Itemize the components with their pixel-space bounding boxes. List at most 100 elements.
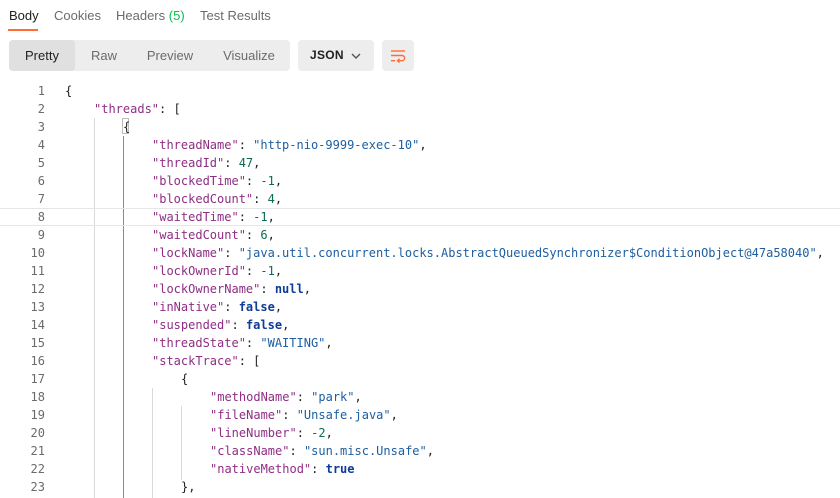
view-mode-visualize-button[interactable]: Visualize	[209, 40, 289, 71]
code-token: :	[289, 444, 304, 458]
tab-cookies[interactable]: Cookies	[54, 8, 101, 23]
code-token: ,	[419, 138, 427, 152]
code-text: {	[181, 370, 188, 388]
code-token: :	[296, 390, 312, 404]
format-selected-label: JSON	[310, 48, 344, 62]
line-number: 12	[30, 282, 45, 296]
code-token: 4	[267, 192, 275, 206]
wrap-lines-icon	[391, 50, 406, 64]
code-token: ,	[274, 264, 283, 278]
code-token: -1	[260, 264, 275, 278]
code-line: 11 "lockOwnerId": -1,	[0, 262, 840, 280]
code-token: "nativeMethod"	[210, 462, 312, 476]
line-number: 9	[37, 228, 45, 242]
view-mode-preview-button[interactable]: Preview	[133, 40, 207, 71]
line-number: 17	[30, 372, 45, 386]
code-token: ,	[816, 246, 824, 260]
code-token: "methodName"	[210, 390, 297, 404]
code-token: "stackTrace"	[152, 354, 239, 368]
code-text: "stackTrace": [	[152, 352, 260, 370]
line-number: 10	[30, 246, 45, 260]
code-token: ,	[267, 228, 275, 242]
code-text: "waitedCount": 6,	[152, 226, 275, 244]
code-token: :	[311, 462, 326, 476]
line-number: 23	[30, 480, 45, 494]
code-token: true	[325, 462, 355, 476]
code-token: 6	[260, 228, 268, 242]
code-text: "blockedCount": 4,	[152, 190, 282, 208]
code-token: "waitedTime"	[152, 210, 239, 224]
code-token: "blockedTime"	[152, 174, 246, 188]
code-line: 3{	[0, 118, 840, 136]
code-text: {	[123, 118, 130, 136]
code-line: 17 {	[0, 370, 840, 388]
code-token: false	[238, 300, 275, 314]
code-token: :	[238, 210, 254, 224]
code-token: "lineNumber"	[210, 426, 297, 440]
tab-headers-label: Headers	[116, 8, 166, 23]
code-token: ,	[325, 426, 333, 440]
code-text: "lockOwnerName": null,	[152, 280, 311, 298]
code-text: "blockedTime": -1,	[152, 172, 282, 190]
code-line: 18 "methodName": "park",	[0, 388, 840, 406]
line-number: 8	[37, 210, 45, 224]
response-body-editor[interactable]: 1{2 "threads": [3{4 "threadName": "http-ni…	[0, 82, 840, 498]
code-text: "methodName": "park",	[210, 388, 362, 406]
code-token: :	[245, 174, 261, 188]
code-token: "lockName"	[152, 246, 225, 260]
code-token: -2	[311, 426, 326, 440]
wrap-lines-button[interactable]	[382, 40, 414, 71]
line-number: 11	[30, 264, 45, 278]
code-token: "suspended"	[152, 318, 232, 332]
code-token: "waitedCount"	[152, 228, 246, 242]
code-text: "lockName": "java.util.concurrent.locks.…	[152, 244, 824, 262]
code-line: 22 "nativeMethod": true	[0, 460, 840, 478]
line-number: 16	[30, 354, 45, 368]
line-number: 3	[37, 120, 45, 134]
code-token: ,	[354, 390, 362, 404]
code-token: "WAITING"	[260, 336, 326, 350]
code-token: },	[181, 480, 196, 494]
code-token: :	[245, 228, 261, 242]
code-token: :	[260, 282, 275, 296]
code-line: 10 "lockName": "java.util.concurrent.lock…	[0, 244, 840, 262]
code-token: "http-nio-9999-exec-10"	[253, 138, 420, 152]
view-mode-pretty-button[interactable]: Pretty	[9, 40, 75, 71]
tab-body[interactable]: Body	[9, 8, 39, 23]
code-line: 23},	[0, 478, 840, 496]
line-number: 7	[37, 192, 45, 206]
format-dropdown[interactable]: JSON	[298, 40, 374, 71]
code-text: "suspended": false,	[152, 316, 289, 334]
code-line: 8 "waitedTime": -1,	[0, 208, 840, 226]
code-line: 20 "lineNumber": -2,	[0, 424, 840, 442]
code-token: :	[238, 138, 254, 152]
line-number: 19	[30, 408, 45, 422]
tab-test-results[interactable]: Test Results	[200, 8, 271, 23]
line-number: 4	[37, 138, 45, 152]
code-token: :	[245, 336, 261, 350]
code-line: 1{	[0, 82, 840, 100]
view-mode-selector: Pretty Raw Preview Visualize	[9, 40, 290, 71]
code-token: "lockOwnerName"	[152, 282, 261, 296]
code-text: "lineNumber": -2,	[210, 424, 333, 442]
code-line: 15 "threadState": "WAITING",	[0, 334, 840, 352]
tab-headers[interactable]: Headers (5)	[116, 8, 185, 23]
code-token: ,	[274, 192, 283, 206]
line-number: 13	[30, 300, 45, 314]
view-mode-raw-button[interactable]: Raw	[77, 40, 131, 71]
code-token: ,	[303, 282, 311, 296]
code-line: 13 "inNative": false,	[0, 298, 840, 316]
code-text: "fileName": "Unsafe.java",	[210, 406, 398, 424]
response-tabs: Body Cookies Headers (5) Test Results	[0, 0, 840, 34]
code-token: null	[274, 282, 304, 296]
code-token: ,	[325, 336, 333, 350]
line-number: 14	[30, 318, 45, 332]
line-number: 15	[30, 336, 45, 350]
code-token: ,	[267, 210, 275, 224]
code-line: 12 "lockOwnerName": null,	[0, 280, 840, 298]
code-token: ,	[274, 300, 283, 314]
active-tab-indicator	[8, 29, 38, 31]
code-token: :	[224, 156, 239, 170]
code-token: ,	[390, 408, 398, 422]
code-token: {	[181, 372, 189, 386]
